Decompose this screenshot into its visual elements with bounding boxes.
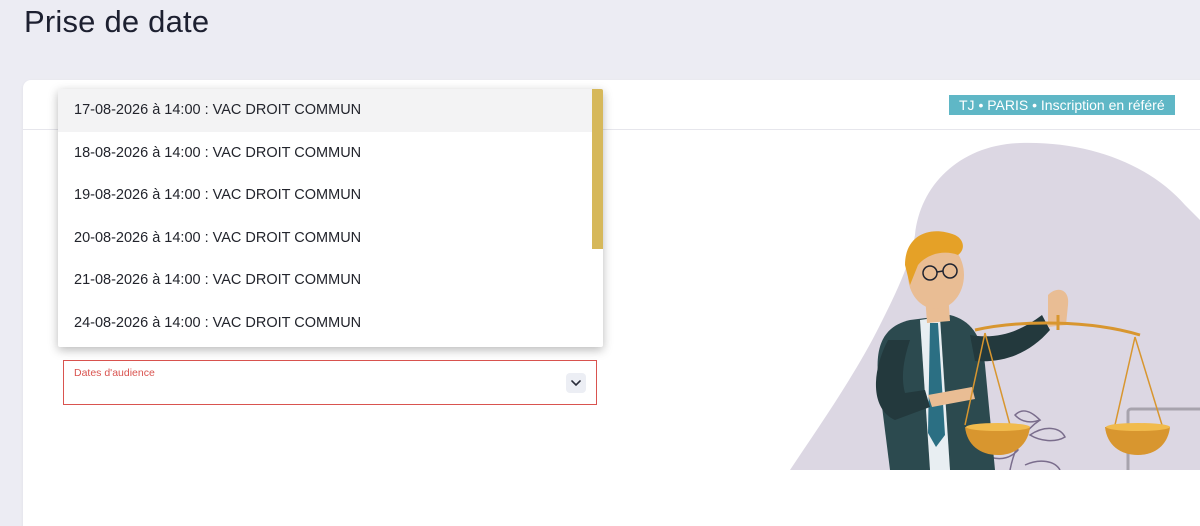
dropdown-option[interactable]: 24-08-2026 à 14:00 : VAC DROIT COMMUN	[58, 302, 603, 345]
dropdown-option[interactable]: 19-08-2026 à 14:00 : VAC DROIT COMMUN	[58, 174, 603, 217]
chevron-down-icon[interactable]	[566, 373, 586, 393]
dropdown-option[interactable]: 21-08-2026 à 14:00 : VAC DROIT COMMUN	[58, 259, 603, 302]
dropdown-option[interactable]: 18-08-2026 à 14:00 : VAC DROIT COMMUN	[58, 132, 603, 175]
dropdown-option[interactable]: 17-08-2026 à 14:00 : VAC DROIT COMMUN	[58, 89, 603, 132]
dates-audience-select[interactable]: Dates d'audience	[63, 360, 597, 405]
select-label: Dates d'audience	[74, 367, 155, 379]
context-badge: TJ • PARIS • Inscription en référé	[949, 95, 1175, 115]
dropdown-option[interactable]: 20-08-2026 à 14:00 : VAC DROIT COMMUN	[58, 217, 603, 260]
dates-dropdown-list: 17-08-2026 à 14:00 : VAC DROIT COMMUN 18…	[58, 89, 603, 347]
lawyer-illustration	[760, 125, 1200, 481]
page-title: Prise de date	[24, 4, 210, 39]
dropdown-scrollbar[interactable]	[592, 89, 603, 249]
